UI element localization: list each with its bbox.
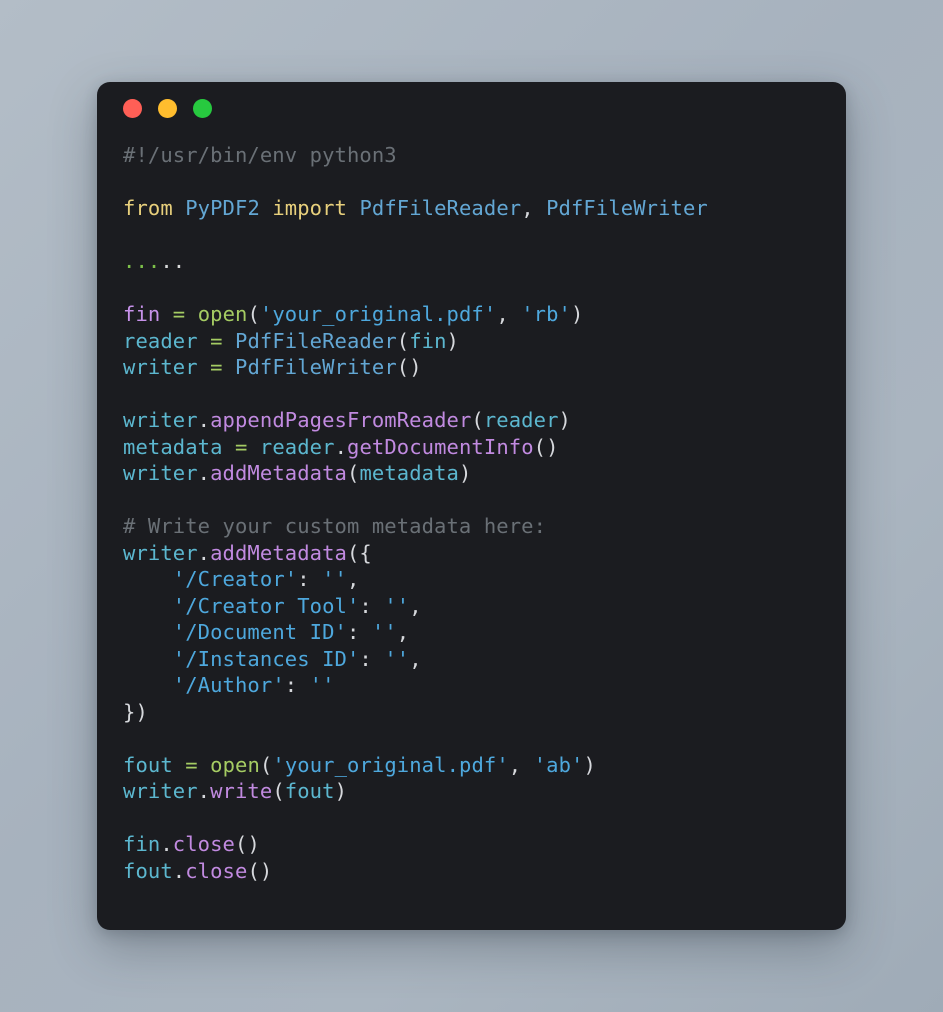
call-pdffilereader: PdfFileReader [235,328,397,353]
string-path-out: 'your_original.pdf' [272,752,509,777]
var-writer-5: writer [123,779,198,803]
dict-key-document-id: '/Document ID' [172,620,347,644]
keyword-from: from [123,196,173,220]
class-pdffilewriter: PdfFileWriter [546,196,708,220]
arg-fout: fout [284,779,335,803]
method-appendpagesfromreader: appendPagesFromReader [210,408,472,432]
arg-reader: reader [483,408,559,432]
var-reader: reader [123,328,198,353]
window-titlebar [97,82,846,134]
method-addmetadata: addMetadata [210,461,347,485]
module-pypdf2: PyPDF2 [185,196,260,220]
maximize-button[interactable] [193,98,212,118]
method-close-fin: close [172,832,235,856]
code-snippet-window: #!/usr/bin/env python3 from PyPDF2 impor… [97,82,846,930]
arg-metadata: metadata [359,461,459,485]
comment-custom-metadata: # Write your custom metadata here: [123,514,547,538]
string-mode-rb: 'rb' [521,302,572,326]
code-block: #!/usr/bin/env python3 from PyPDF2 impor… [123,143,708,883]
var-writer: writer [123,355,198,379]
dict-val-document-id: '' [371,620,397,644]
dict-close-brace: }) [123,699,148,724]
dict-key-creator: '/Creator' [172,567,298,591]
ellipsis-line: ..... [123,249,186,273]
method-getdocumentinfo: getDocumentInfo [347,434,534,459]
comma-punct: , [521,196,534,220]
method-addmetadata-2: addMetadata [210,540,347,565]
string-mode-ab: 'ab' [533,752,584,777]
minimize-button[interactable] [158,98,177,118]
func-open-2: open [210,752,260,777]
var-writer-2: writer [123,408,198,432]
var-writer-4: writer [123,540,198,565]
var-writer-3: writer [123,461,198,485]
func-open: open [197,302,248,326]
method-write: write [210,779,273,803]
dict-val-author: '' [309,673,335,697]
assign-op: = [172,302,186,326]
code-area: #!/usr/bin/env python3 from PyPDF2 impor… [97,134,846,884]
shebang-comment: #!/usr/bin/env python3 [123,143,397,167]
var-fin: fin [123,302,161,326]
var-fout-2: fout [123,858,173,883]
var-reader-2: reader [259,434,335,459]
var-fin-2: fin [123,832,161,856]
call-pdffilewriter: PdfFileWriter [235,355,397,379]
dict-key-creator-tool: '/Creator Tool' [172,593,360,618]
close-button[interactable] [123,98,142,118]
method-close-fout: close [185,858,248,883]
dict-val-instances-id: '' [384,646,410,671]
string-path-in: 'your_original.pdf' [259,302,497,326]
keyword-import: import [272,196,347,220]
dict-key-instances-id: '/Instances ID' [172,646,360,671]
class-pdffilereader: PdfFileReader [359,196,522,220]
var-metadata: metadata [123,434,223,459]
dict-val-creator-tool: '' [384,593,410,618]
var-fout: fout [123,752,173,777]
dict-key-author: '/Author' [172,673,285,697]
dict-val-creator: '' [322,567,347,591]
arg-fin: fin [409,328,447,353]
